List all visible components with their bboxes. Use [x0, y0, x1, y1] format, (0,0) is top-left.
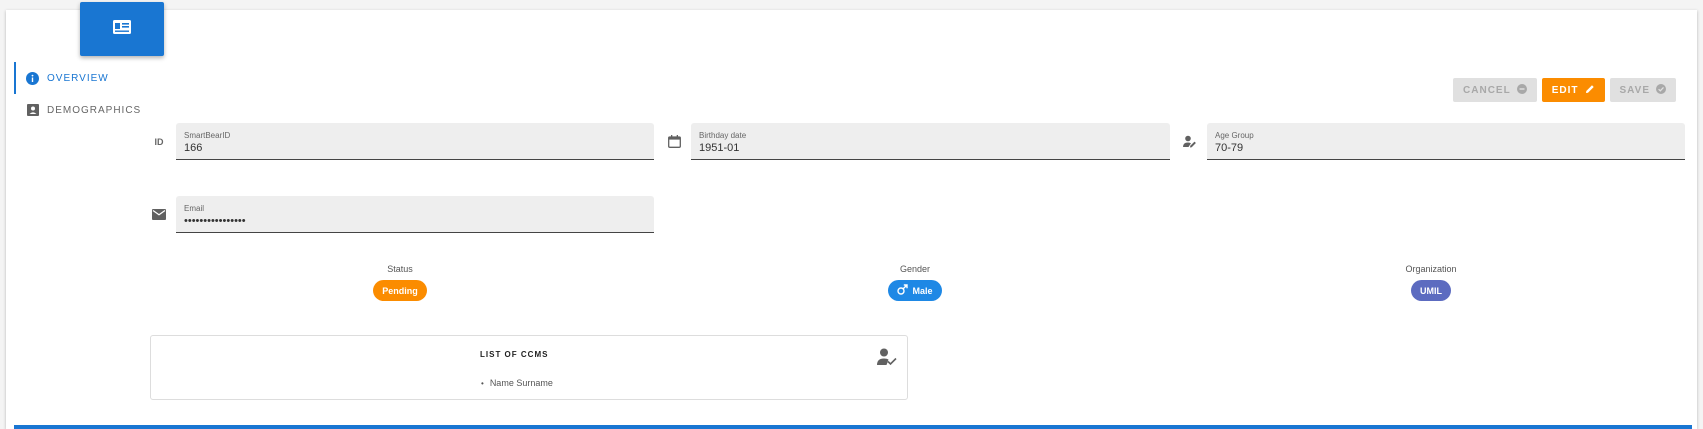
mail-icon: [148, 209, 170, 220]
email-row: Email ••••••••••••••••: [148, 196, 654, 233]
account-box-icon: [26, 104, 39, 117]
status-value: Pending: [382, 285, 418, 296]
smartbear-id-row: ID SmartBearID 166: [148, 123, 654, 160]
bottom-accent-bar: [14, 425, 1692, 429]
save-label: SAVE: [1619, 84, 1650, 96]
field-value: ••••••••••••••••: [184, 215, 246, 227]
gender-label: Gender: [899, 264, 931, 274]
check-circle-icon: [1656, 83, 1666, 97]
organization-badge: UMIL: [1411, 280, 1451, 301]
smartbear-id-field[interactable]: SmartBearID 166: [176, 123, 654, 160]
ccm-list-card: LIST OF CCMS Name Surname: [150, 335, 908, 400]
id-icon: ID: [154, 136, 164, 147]
email-field[interactable]: Email ••••••••••••••••: [176, 196, 654, 233]
field-value: 1951-01: [699, 142, 740, 154]
person-edit-icon: [1179, 135, 1201, 148]
status-label: Status: [387, 264, 413, 274]
organization-group: Organization UMIL: [1371, 264, 1491, 301]
cancel-label: CANCEL: [1463, 84, 1511, 96]
age-group-row: Age Group 70-79: [1179, 123, 1685, 160]
edit-button[interactable]: EDIT: [1541, 78, 1605, 102]
nav-item-demographics[interactable]: DEMOGRAPHICS: [14, 94, 144, 126]
nav-item-label: OVERVIEW: [47, 72, 109, 84]
status-badge: Pending: [373, 280, 427, 301]
list-item: Name Surname: [481, 378, 553, 388]
status-group: Status Pending: [340, 264, 460, 301]
gender-badge: Male: [888, 280, 942, 301]
header-badge: [80, 2, 164, 56]
pencil-icon: [1585, 84, 1595, 97]
organization-value: UMIL: [1420, 285, 1442, 296]
field-label: Email: [184, 204, 205, 213]
save-button[interactable]: SAVE: [1609, 78, 1676, 102]
birthday-row: Birthday date 1951-01: [663, 123, 1170, 160]
person-check-icon[interactable]: [877, 348, 897, 371]
calendar-icon: [663, 135, 685, 148]
ccm-list: Name Surname: [481, 378, 553, 388]
side-nav: OVERVIEW DEMOGRAPHICS: [14, 62, 144, 126]
field-value: 70-79: [1215, 142, 1244, 154]
edit-label: EDIT: [1551, 84, 1579, 96]
minus-circle-icon: [1516, 83, 1527, 97]
organization-label: Organization: [1405, 264, 1457, 274]
male-icon: [897, 284, 909, 297]
nav-item-overview[interactable]: OVERVIEW: [14, 62, 144, 94]
info-icon: [26, 71, 39, 85]
field-label: SmartBearID: [184, 131, 231, 140]
age-group-field[interactable]: Age Group 70-79: [1207, 123, 1685, 160]
field-label: Age Group: [1215, 131, 1254, 140]
edit-toolbar: CANCEL EDIT SAVE: [1453, 78, 1676, 102]
field-label: Birthday date: [699, 131, 747, 140]
birthday-field[interactable]: Birthday date 1951-01: [691, 123, 1170, 160]
nav-item-label: DEMOGRAPHICS: [47, 104, 142, 116]
contact-card-icon: [113, 19, 131, 39]
ccm-list-title: LIST OF CCMS: [480, 350, 549, 359]
gender-value: Male: [912, 285, 933, 296]
field-value: 166: [184, 142, 203, 154]
cancel-button[interactable]: CANCEL: [1453, 78, 1537, 102]
gender-group: Gender Male: [855, 264, 975, 301]
